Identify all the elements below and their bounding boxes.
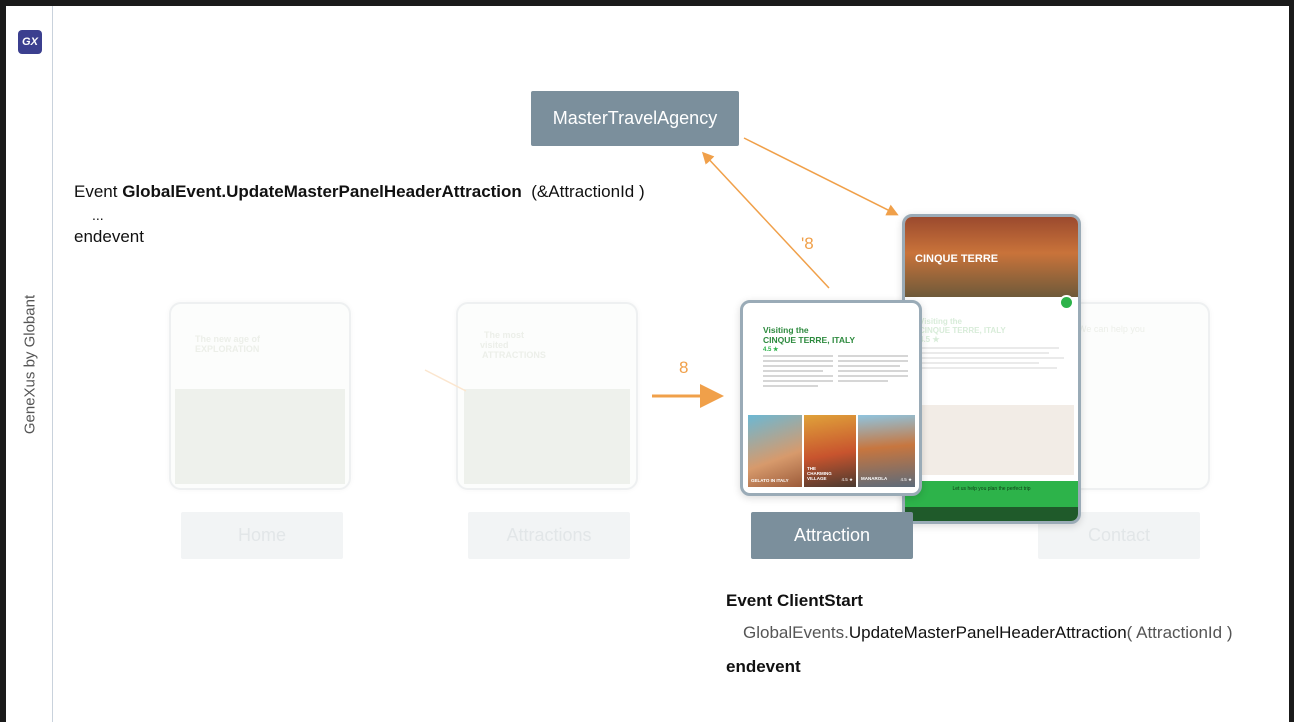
slide: GX GeneXus by Globant Event GlobalEvent.… xyxy=(6,6,1289,722)
arrow-label-to-attraction: 8 xyxy=(679,358,689,377)
code-call-name: UpdateMasterPanelHeaderAttraction xyxy=(848,623,1127,642)
arrow-label-to-master: '8 xyxy=(801,234,814,253)
code-clientstart-header: Event ClientStart xyxy=(726,591,863,610)
code-clientstart-endevent: endevent xyxy=(726,657,801,676)
arrow-master-to-panel xyxy=(743,137,899,216)
code-call-params: ( AttractionId ) xyxy=(1126,623,1233,642)
flow-arrows xyxy=(424,137,899,408)
code-clientstart-call: GlobalEvents.UpdateMasterPanelHeaderAttr… xyxy=(743,622,1233,644)
code-call-prefix: GlobalEvents. xyxy=(743,623,849,642)
arrow-to-master xyxy=(701,151,830,289)
faded-arrow xyxy=(424,369,467,392)
